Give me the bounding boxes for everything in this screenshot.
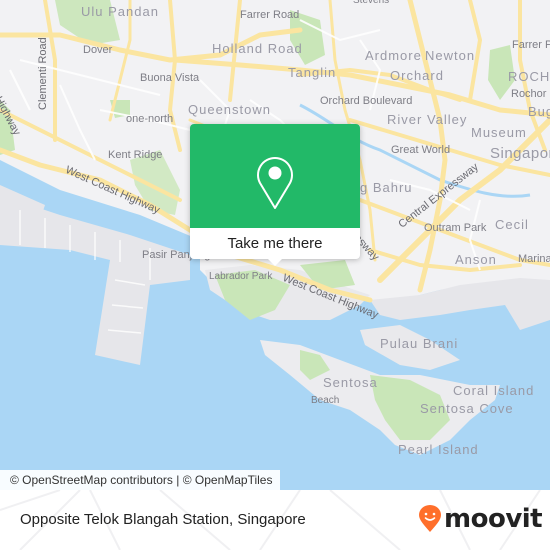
map-label-newton: Newton (425, 48, 476, 63)
map-label-rochor-district: ROCHOR (508, 69, 550, 84)
map-label-one-north: one-north (126, 113, 174, 125)
map-label-rochor: Rochor (511, 88, 547, 100)
map-label-dover: Dover (83, 44, 113, 56)
map-label-sentosa-cove: Sentosa Cove (420, 401, 514, 416)
map-label-stevens: Stevens (353, 0, 390, 6)
map-label-ulu-pandan: Ulu Pandan (81, 4, 159, 19)
map-label-farrer-park: Farrer Park (512, 39, 550, 51)
moovit-wordmark: moovit (444, 504, 543, 534)
footer-bar: Opposite Telok Blangah Station, Singapor… (0, 490, 550, 550)
map-label-pearl-island: Pearl Island (398, 442, 479, 457)
map-label-coral-island: Coral Island (453, 383, 535, 398)
map-label-tiong-bahru: g Bahru (360, 180, 413, 195)
map-label-river-valley: River Valley (387, 112, 468, 127)
map-label-anson: Anson (455, 252, 497, 267)
map-label-tanglin: Tanglin (288, 65, 337, 80)
map-attribution[interactable]: © OpenStreetMap contributors | © OpenMap… (0, 470, 281, 490)
map-label-labrador-park: Labrador Park (209, 271, 273, 282)
take-me-there-button[interactable]: Take me there (190, 228, 360, 259)
popup-header[interactable] (190, 124, 360, 228)
map-label-orchard-boulevard: Orchard Boulevard (320, 95, 413, 107)
map-label-marina: Marina E (518, 253, 550, 265)
map-label-sentosa: Sentosa (323, 375, 378, 390)
map-label-clementi-road: Clementi Road (37, 37, 49, 110)
map-label-pulau-brani: Pulau Brani (380, 336, 459, 351)
location-popup[interactable]: Take me there (190, 124, 360, 266)
map-label-buona-vista: Buona Vista (140, 72, 200, 84)
stop-title: Opposite Telok Blangah Station, Singapor… (20, 511, 306, 528)
map-label-singapore: Singapore (490, 145, 550, 162)
map-label-kent-ridge: Kent Ridge (108, 149, 163, 161)
map-label-queenstown: Queenstown (188, 102, 271, 117)
map-label-farrer-road: Farrer Road (240, 9, 300, 21)
map-view[interactable]: Ulu Pandan Farrer Road Stevens Dover Hol… (0, 0, 550, 490)
map-label-museum: Museum (471, 125, 527, 140)
map-label-bugis: Bugis (528, 104, 550, 119)
map-label-beach: Beach (311, 395, 340, 406)
map-label-outram-park: Outram Park (424, 222, 487, 234)
map-label-orchard: Orchard (390, 68, 444, 83)
moovit-pin-smile-icon (419, 505, 441, 532)
map-label-cecil: Cecil (495, 217, 529, 232)
moovit-logo[interactable]: moovit (418, 504, 543, 534)
popup-pointer (266, 257, 284, 266)
map-label-great-world: Great World (391, 144, 451, 156)
map-label-holland-road: Holland Road (212, 41, 303, 56)
map-label-ardmore: Ardmore (365, 48, 422, 63)
map-pin-icon (257, 157, 293, 209)
